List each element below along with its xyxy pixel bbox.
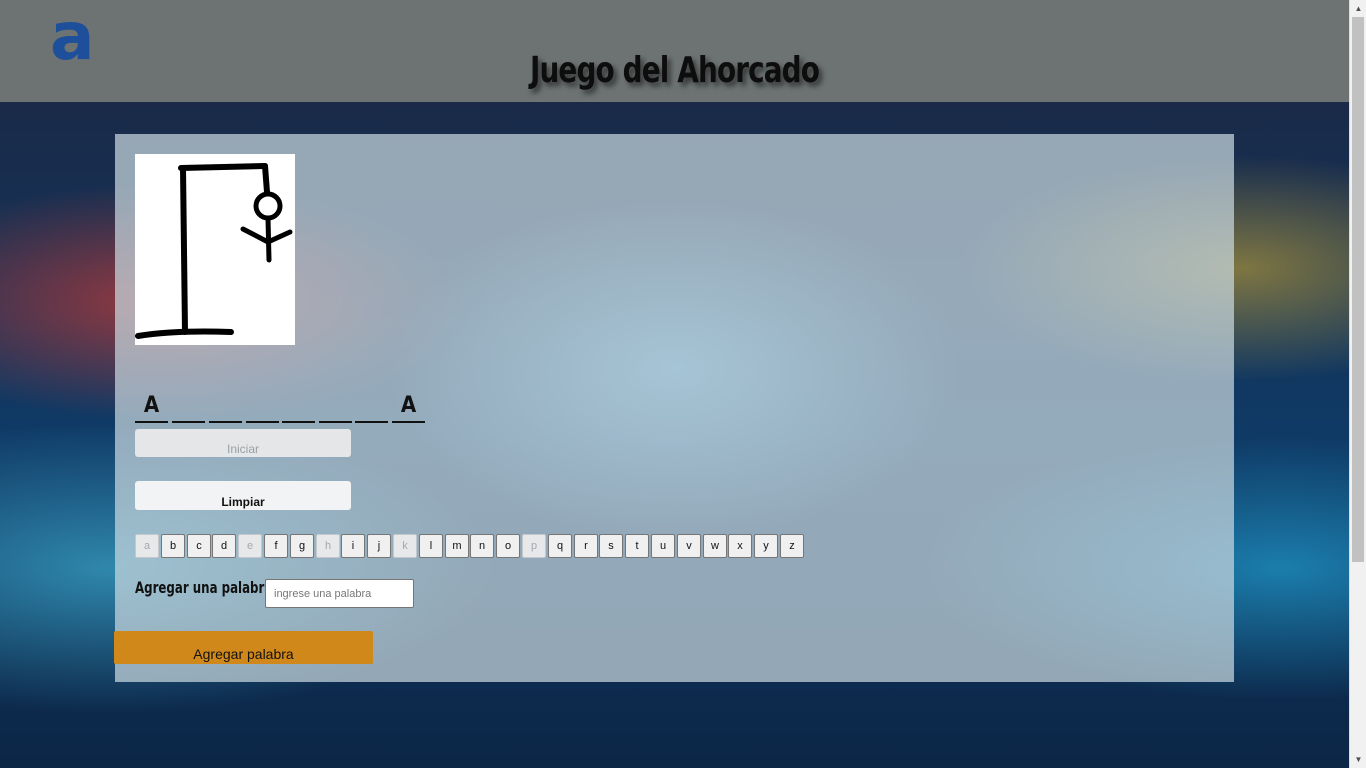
letter-key-n[interactable]: n xyxy=(470,534,494,558)
letter-key-o[interactable]: o xyxy=(496,534,520,558)
letter-key-g[interactable]: g xyxy=(290,534,314,558)
letter-key-k[interactable]: k xyxy=(393,534,417,558)
scrollbar-thumb[interactable] xyxy=(1352,17,1364,562)
word-slot xyxy=(355,388,388,423)
letter-key-z[interactable]: z xyxy=(780,534,804,558)
word-slot xyxy=(172,388,205,423)
letter-key-y[interactable]: y xyxy=(754,534,778,558)
letter-key-r[interactable]: r xyxy=(574,534,598,558)
letter-key-f[interactable]: f xyxy=(264,534,288,558)
letter-key-b[interactable]: b xyxy=(161,534,185,558)
letter-key-h[interactable]: h xyxy=(316,534,340,558)
clear-button[interactable]: Limpiar xyxy=(135,481,351,510)
start-button[interactable]: Iniciar xyxy=(135,429,351,457)
letter-key-l[interactable]: l xyxy=(419,534,443,558)
letter-key-s[interactable]: s xyxy=(599,534,623,558)
letter-key-e[interactable]: e xyxy=(238,534,262,558)
letter-key-c[interactable]: c xyxy=(187,534,211,558)
vertical-scrollbar[interactable]: ▲ ▼ xyxy=(1349,0,1366,768)
letter-key-t[interactable]: t xyxy=(625,534,649,558)
letter-key-i[interactable]: i xyxy=(341,534,365,558)
letter-key-p[interactable]: p xyxy=(522,534,546,558)
letter-key-a[interactable]: a xyxy=(135,534,159,558)
letter-key-m[interactable]: m xyxy=(445,534,469,558)
gallows-icon xyxy=(135,163,293,339)
word-slot xyxy=(282,388,315,423)
scroll-down-arrow-icon[interactable]: ▼ xyxy=(1350,751,1366,768)
scroll-up-arrow-icon[interactable]: ▲ xyxy=(1350,0,1366,17)
word-slot xyxy=(209,388,242,423)
letter-key-q[interactable]: q xyxy=(548,534,572,558)
letter-key-d[interactable]: d xyxy=(212,534,236,558)
word-slot: A xyxy=(392,388,425,423)
letter-key-v[interactable]: v xyxy=(677,534,701,558)
letter-key-u[interactable]: u xyxy=(651,534,675,558)
logo[interactable]: a xyxy=(50,4,95,70)
word-slot xyxy=(319,388,352,423)
letter-key-x[interactable]: x xyxy=(728,534,752,558)
word-slot xyxy=(246,388,279,423)
header-bar: a Juego del Ahorcado xyxy=(0,0,1349,102)
add-word-input[interactable] xyxy=(265,579,414,608)
word-slot: A xyxy=(135,388,168,423)
page-title: Juego del Ahorcado xyxy=(529,50,820,91)
hangman-drawing xyxy=(135,154,295,345)
add-word-label: Agregar una palabra: xyxy=(135,578,278,597)
add-word-button[interactable]: Agregar palabra xyxy=(114,631,373,664)
letter-key-j[interactable]: j xyxy=(367,534,391,558)
letter-key-w[interactable]: w xyxy=(703,534,727,558)
